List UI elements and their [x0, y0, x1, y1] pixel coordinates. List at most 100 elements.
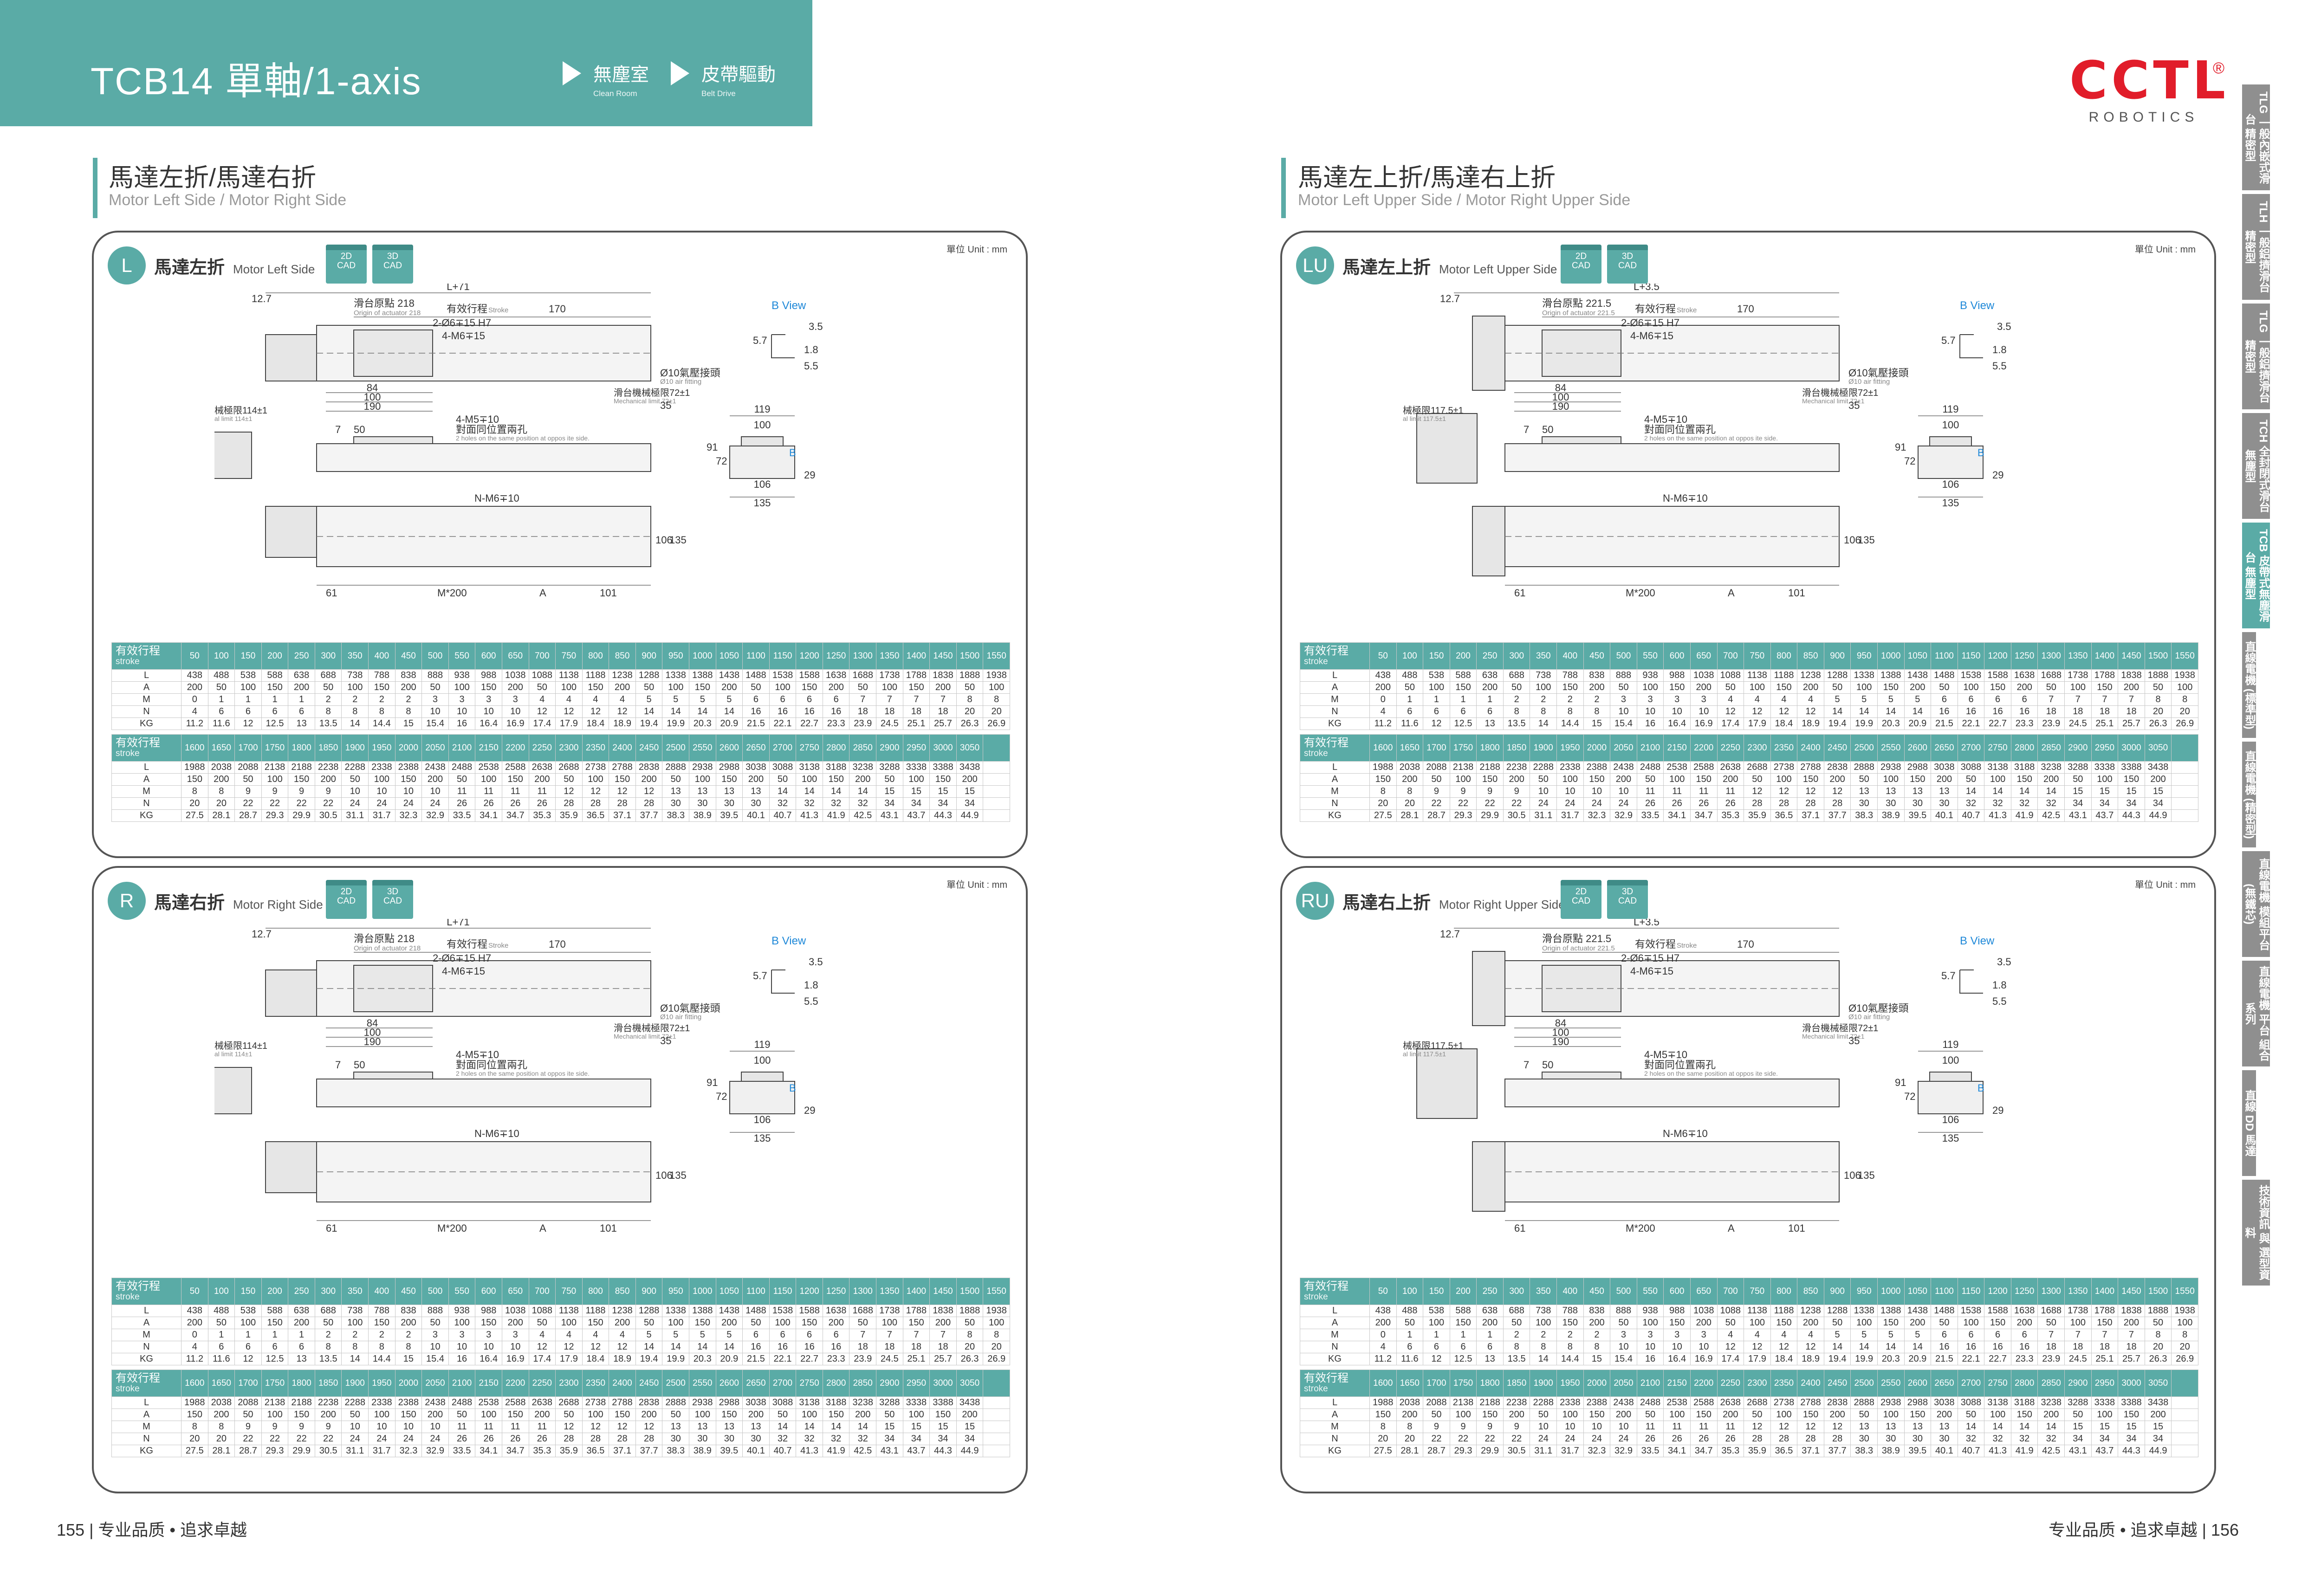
dim-190: 190 — [364, 1036, 381, 1047]
sidebar-item[interactable]: TLG 一般內嵌式滑台 精密型 — [2242, 84, 2270, 194]
row-key: N — [1300, 1433, 1370, 1445]
table-cell: 15 — [2091, 785, 2119, 798]
stroke-cell: 700 — [1717, 1278, 1744, 1305]
table-cell: 18 — [876, 1341, 903, 1353]
table-cell: 18 — [876, 705, 903, 718]
sidebar-item[interactable]: 技術資訊 與 選型資料 — [2242, 1180, 2270, 1289]
sidebar-item[interactable]: 直線電機 (精密型) — [2242, 742, 2256, 851]
table-cell: 100 — [1556, 1409, 1584, 1421]
table-cell: 788 — [368, 669, 395, 682]
table-cell: 100 — [582, 773, 609, 786]
table-cell: 44.9 — [956, 1445, 984, 1457]
table-cell: 25.7 — [929, 717, 957, 730]
table-cell: 200 — [715, 1317, 743, 1329]
table-cell: 32 — [1957, 1433, 1985, 1445]
table-cell: 12 — [1744, 785, 1771, 798]
table-cell: 50 — [448, 1409, 476, 1421]
sidebar-item[interactable]: 直線電機 平台 組合系列 — [2242, 961, 2270, 1070]
table-cell: 150 — [261, 1317, 289, 1329]
stroke-cell: 850 — [609, 642, 636, 670]
stroke-cell: 2400 — [609, 734, 636, 762]
table-cell: 17.4 — [528, 1353, 556, 1365]
empty-cell — [2171, 1409, 2198, 1421]
table-cell: 36.5 — [582, 809, 609, 822]
table-cell: 8 — [314, 705, 342, 718]
table-cell: 20.3 — [688, 1353, 716, 1365]
stroke-cell: 2750 — [1984, 1370, 2011, 1397]
cad-3d-button[interactable]: 3D CAD — [1607, 880, 1648, 919]
table-cell: 1738 — [2064, 669, 2092, 682]
table-cell: 8 — [2144, 1329, 2172, 1341]
table-cell: 6 — [742, 1329, 770, 1341]
table-cell: 11 — [448, 1421, 476, 1433]
table-cell: 3 — [1610, 1329, 1637, 1341]
table-cell: 200 — [1904, 1317, 1932, 1329]
table-cell: 26.9 — [2171, 1353, 2198, 1365]
air-label: Ø10氣壓接頭 — [1848, 367, 1909, 379]
stroke-label-en: stroke — [116, 749, 140, 759]
table-cell: 50 — [1957, 773, 1985, 786]
cad-label-bottom: CAD — [1618, 260, 1637, 271]
table-cell: 10 — [1610, 785, 1637, 798]
table-row: KG 11.2 11.6 12 12.5 13 13.5 14 14.4 15 15.4 16 16.4… — [111, 1353, 1010, 1365]
table-cell: 8 — [2171, 1329, 2198, 1341]
stroke-cell: 1500 — [956, 1278, 984, 1305]
stroke-cell: 2850 — [2037, 1370, 2065, 1397]
table-cell: 39.5 — [1904, 809, 1932, 822]
sidebar-item[interactable]: 直線電機 (標準型) — [2242, 632, 2256, 742]
stroke-cell: 1150 — [769, 1278, 797, 1305]
table-cell: 0 — [1369, 1329, 1397, 1341]
table-cell: 2 — [368, 693, 395, 706]
table-cell: 10 — [1663, 705, 1691, 718]
table-cell: 1438 — [1904, 1305, 1932, 1317]
table-cell: 25.7 — [2118, 717, 2145, 730]
stroke-label-en: Stroke — [488, 306, 508, 314]
dim-55: 5.5 — [1992, 360, 2007, 372]
table-cell: 1688 — [2037, 669, 2065, 682]
table-cell: 28.1 — [207, 809, 235, 822]
table-cell: 12 — [1770, 705, 1798, 718]
dim-72: 72 — [1904, 1091, 1915, 1102]
cad-2d-button[interactable]: 2D CAD — [326, 880, 367, 919]
table-cell: 22 — [1449, 797, 1477, 810]
table-row: KG 27.5 28.1 28.7 29.3 29.9 30.5 31.1 31.7 32.3 32… — [111, 809, 1010, 822]
cad-2d-button[interactable]: 2D CAD — [1561, 245, 1601, 284]
table-cell: 3 — [1610, 693, 1637, 706]
table-cell: 10 — [475, 1341, 502, 1353]
table-cell: 1338 — [662, 669, 689, 682]
dim-106: 106 — [1942, 478, 1959, 490]
stroke-cell: 800 — [1770, 1278, 1798, 1305]
table-cell: 38.9 — [1877, 809, 1905, 822]
stroke-cell: 2250 — [528, 734, 556, 762]
table-header-row: 有效行程 stroke 1600 1650 1700 1750 1800 1850 1900 19… — [1300, 734, 2198, 762]
sidebar-item[interactable]: 直線 DD 馬達 — [2242, 1070, 2256, 1180]
dim-57: 5.7 — [1941, 335, 1956, 346]
table-cell: 1088 — [1717, 1305, 1744, 1317]
sidebar-item[interactable]: TLH 一般鋁擠滑台 精密型 — [2242, 194, 2270, 304]
sidebar-item[interactable]: TCH 全封閉式滑台 無塵型 — [2242, 413, 2270, 523]
dim-91: 91 — [1895, 441, 1906, 453]
table-cell: 8 — [207, 785, 235, 798]
table-cell: 18.9 — [609, 1353, 636, 1365]
table-cell: 2 — [1583, 693, 1611, 706]
stroke-cell: 1750 — [1449, 1370, 1477, 1397]
table-cell: 26 — [528, 797, 556, 810]
sidebar-item[interactable]: 直線電機 模組平台 (無鐵芯) — [2242, 851, 2270, 961]
table-cell: 20.9 — [715, 1353, 743, 1365]
table-cell: 12 — [609, 785, 636, 798]
sidebar-item[interactable]: TLG 一般鋁擠滑台 精密型 — [2242, 304, 2270, 413]
cad-3d-button[interactable]: 3D CAD — [1607, 245, 1648, 284]
table-cell: 100 — [1850, 1317, 1878, 1329]
cad-2d-button[interactable]: 2D CAD — [326, 245, 367, 284]
table-cell: 12 — [1744, 705, 1771, 718]
cad-3d-button[interactable]: 3D CAD — [372, 880, 413, 919]
table-cell: 15 — [2064, 785, 2092, 798]
cad-2d-button[interactable]: 2D CAD — [1561, 880, 1601, 919]
sidebar-item[interactable]: TCB 皮帶式無塵滑台 無塵型 — [2242, 523, 2270, 632]
table-row: L 1988 2038 2088 2138 2188 2238 2288 2338 2388 243… — [111, 1396, 1010, 1409]
table-cell: 2388 — [395, 1396, 422, 1409]
table-cell: 100 — [2171, 1317, 2198, 1329]
unit-label: 單位 Unit : mm — [946, 245, 1007, 255]
table-cell: 1488 — [742, 669, 770, 682]
cad-3d-button[interactable]: 3D CAD — [372, 245, 413, 284]
